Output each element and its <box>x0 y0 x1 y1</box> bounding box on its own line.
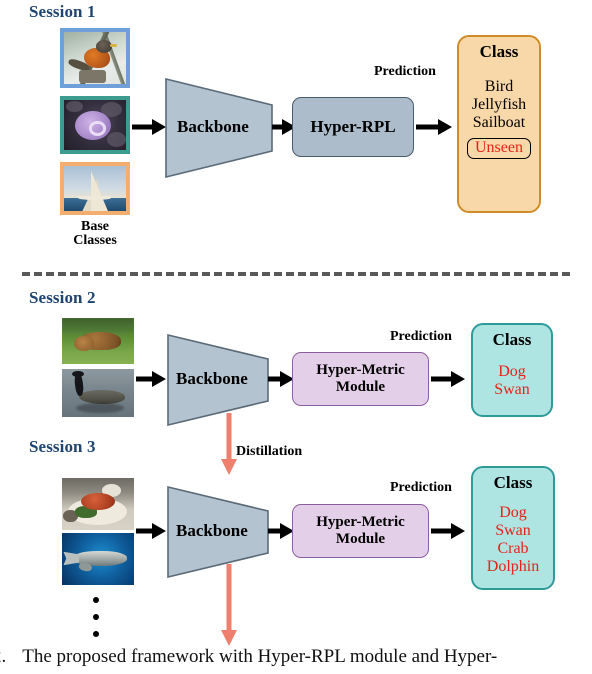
class-box-s2: Class Dog Swan <box>471 323 553 417</box>
arrow-images-to-backbone-s1 <box>132 119 166 135</box>
hyper-metric-label-line1: Hyper-Metric <box>316 361 405 378</box>
figure-caption: 2. The proposed framework with Hyper-RPL … <box>0 646 592 668</box>
figure-diagram: Session 1 Base Backbone Hyper-RPL Predic… <box>0 0 592 674</box>
class-box-title-s2: Class <box>492 330 532 349</box>
backbone-label-s3: Backbone <box>176 521 248 540</box>
hyper-metric-label-line1: Hyper-Metric <box>316 513 405 530</box>
hyper-metric-module-s3[interactable]: Hyper-Metric Module <box>292 504 429 558</box>
base-classes-label-line1: Base <box>81 219 109 234</box>
hyper-metric-label-line2: Module <box>335 379 386 395</box>
distillation-arrow-s3-out <box>219 564 239 646</box>
arrow-hyperrpl-to-class <box>416 119 452 135</box>
arrow-images-to-backbone-s3 <box>136 523 166 539</box>
class-item: Swan <box>494 380 530 398</box>
class-item: Jellyfish <box>471 95 527 113</box>
prediction-label-s3: Prediction <box>390 480 452 495</box>
hyper-metric-label-line2: Module <box>335 531 386 547</box>
class-item: Dog <box>499 504 527 521</box>
prediction-label-s1: Prediction <box>374 64 436 79</box>
arrow-metric-to-class-s2 <box>431 371 465 387</box>
session-3-title: Session 3 <box>29 437 96 456</box>
distillation-label: Distillation <box>236 444 303 459</box>
class-box-s1: Class Bird Jellyfish Sailboat Unseen <box>457 35 541 213</box>
class-item: Bird <box>484 78 514 95</box>
class-item: Sailboat <box>472 113 526 131</box>
class-item: Crab <box>497 539 529 557</box>
unseen-badge: Unseen <box>467 137 531 159</box>
class-item: Dolphin <box>486 557 540 575</box>
class-box-title-s1: Class <box>479 42 519 61</box>
class-box-title-s3: Class <box>493 473 533 492</box>
backbone-label-s1: Backbone <box>177 117 249 136</box>
jellyfish-thumbnail <box>60 96 130 154</box>
section-divider <box>22 272 570 276</box>
class-item: Dog <box>498 363 526 380</box>
figure-caption-number: 2. <box>0 646 7 667</box>
arrow-backbone-to-metric-s3 <box>268 523 294 539</box>
figure-caption-text: The proposed framework with Hyper-RPL mo… <box>22 646 498 667</box>
arrow-backbone-to-metric-s2 <box>268 371 294 387</box>
hyper-rpl-label: Hyper-RPL <box>310 117 396 137</box>
hyper-rpl-module[interactable]: Hyper-RPL <box>292 97 414 157</box>
class-box-s3: Class Dog Swan Crab Dolphin <box>471 466 555 590</box>
session-2-title: Session 2 <box>29 288 96 307</box>
bird-thumbnail <box>60 28 130 88</box>
crab-thumbnail <box>62 478 134 530</box>
dog-thumbnail <box>62 318 134 364</box>
arrow-metric-to-class-s3 <box>431 523 465 539</box>
continuation-ellipsis <box>93 597 99 648</box>
dolphin-thumbnail <box>62 533 134 585</box>
prediction-label-s2: Prediction <box>390 329 452 344</box>
sailboat-thumbnail <box>60 162 130 215</box>
base-classes-label-line2-wrap: Classes <box>60 233 130 248</box>
arrow-images-to-backbone-s2 <box>136 371 166 387</box>
hyper-metric-module-s2[interactable]: Hyper-Metric Module <box>292 352 429 406</box>
class-item: Swan <box>495 521 531 539</box>
swan-thumbnail <box>62 369 134 417</box>
base-classes-label-line2: Classes <box>73 233 117 248</box>
backbone-label-s2: Backbone <box>176 369 248 388</box>
session-1-title: Session 1 <box>29 2 96 21</box>
